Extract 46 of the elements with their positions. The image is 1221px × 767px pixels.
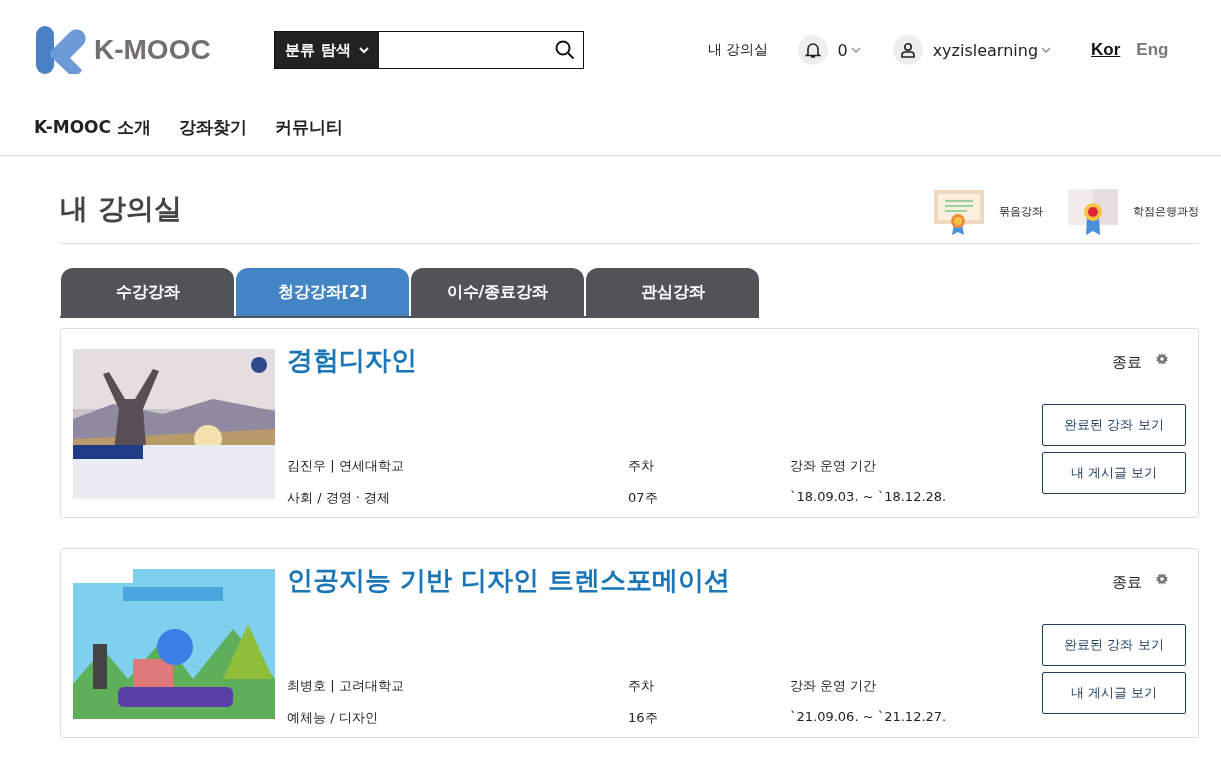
instructor-text: 김진우 | 연세대학교 — [287, 457, 405, 475]
course-button[interactable]: 내 게시글 보기 — [1042, 452, 1186, 494]
settings-icon[interactable] — [1156, 353, 1168, 365]
certificate-icon[interactable] — [933, 187, 985, 236]
category-text: 사회 / 경영 · 경제 — [287, 489, 392, 507]
period-value: `18.09.03. ~ `18.12.28. — [790, 489, 948, 506]
logo-icon — [36, 26, 86, 74]
category-button[interactable]: 분류 탐색 — [275, 32, 379, 68]
weeks-value: 16주 — [628, 709, 659, 727]
user-icon[interactable] — [892, 35, 923, 65]
nav-link[interactable]: K-MOOC 소개 — [34, 116, 151, 139]
search-field[interactable]: 분류 탐색 — [274, 31, 584, 69]
settings-icon[interactable] — [1156, 573, 1168, 585]
nav-link[interactable]: 강좌찾기 — [178, 116, 247, 139]
username[interactable]: xyzislearning — [932, 40, 1039, 60]
nav-link[interactable]: 커뮤니티 — [274, 116, 343, 139]
language-link[interactable]: Kor — [1091, 40, 1121, 60]
weeks-label: 주차 — [628, 457, 655, 475]
tab[interactable]: 관심강좌 — [586, 268, 759, 316]
course-button[interactable]: 내 게시글 보기 — [1042, 672, 1186, 714]
bell-icon[interactable] — [798, 35, 829, 65]
language-link[interactable]: Eng — [1136, 40, 1169, 60]
weeks-label: 주차 — [628, 677, 655, 695]
instructor-text: 최병호 | 고려대학교 — [287, 677, 405, 695]
course-title[interactable]: 경험디자인 — [287, 343, 1042, 378]
category-text: 예체능 / 디자인 — [287, 709, 379, 727]
tab[interactable]: 이수/종료강좌 — [411, 268, 584, 316]
status-text: 종료 — [1112, 573, 1142, 592]
search-icon[interactable] — [555, 40, 575, 60]
status-text: 종료 — [1112, 353, 1142, 372]
period-label: 강좌 운영 기간 — [790, 457, 878, 475]
shortcut-label[interactable]: 학점은행과정 — [1133, 204, 1199, 219]
page-title: 내 강의실 — [60, 190, 182, 227]
course-button[interactable]: 완료된 강좌 보기 — [1042, 624, 1186, 666]
weeks-value: 07주 — [628, 489, 659, 507]
course-title[interactable]: 인공지능 기반 디자인 트렌스포메이션 — [287, 563, 1042, 598]
tab[interactable]: 수강강좌 — [61, 268, 234, 316]
period-value: `21.09.06. ~ `21.12.27. — [790, 709, 948, 726]
shortcut-label[interactable]: 묶음강좌 — [999, 204, 1043, 219]
period-label: 강좌 운영 기간 — [790, 677, 878, 695]
notification-count[interactable]: 0 — [837, 40, 848, 60]
tab[interactable]: 청강강좌[2] — [236, 268, 409, 316]
my-classroom-link[interactable]: 내 강의실 — [708, 41, 769, 59]
logo-text[interactable]: K-MOOC — [94, 34, 211, 66]
medal-icon[interactable] — [1067, 187, 1119, 236]
course-button[interactable]: 완료된 강좌 보기 — [1042, 404, 1186, 446]
